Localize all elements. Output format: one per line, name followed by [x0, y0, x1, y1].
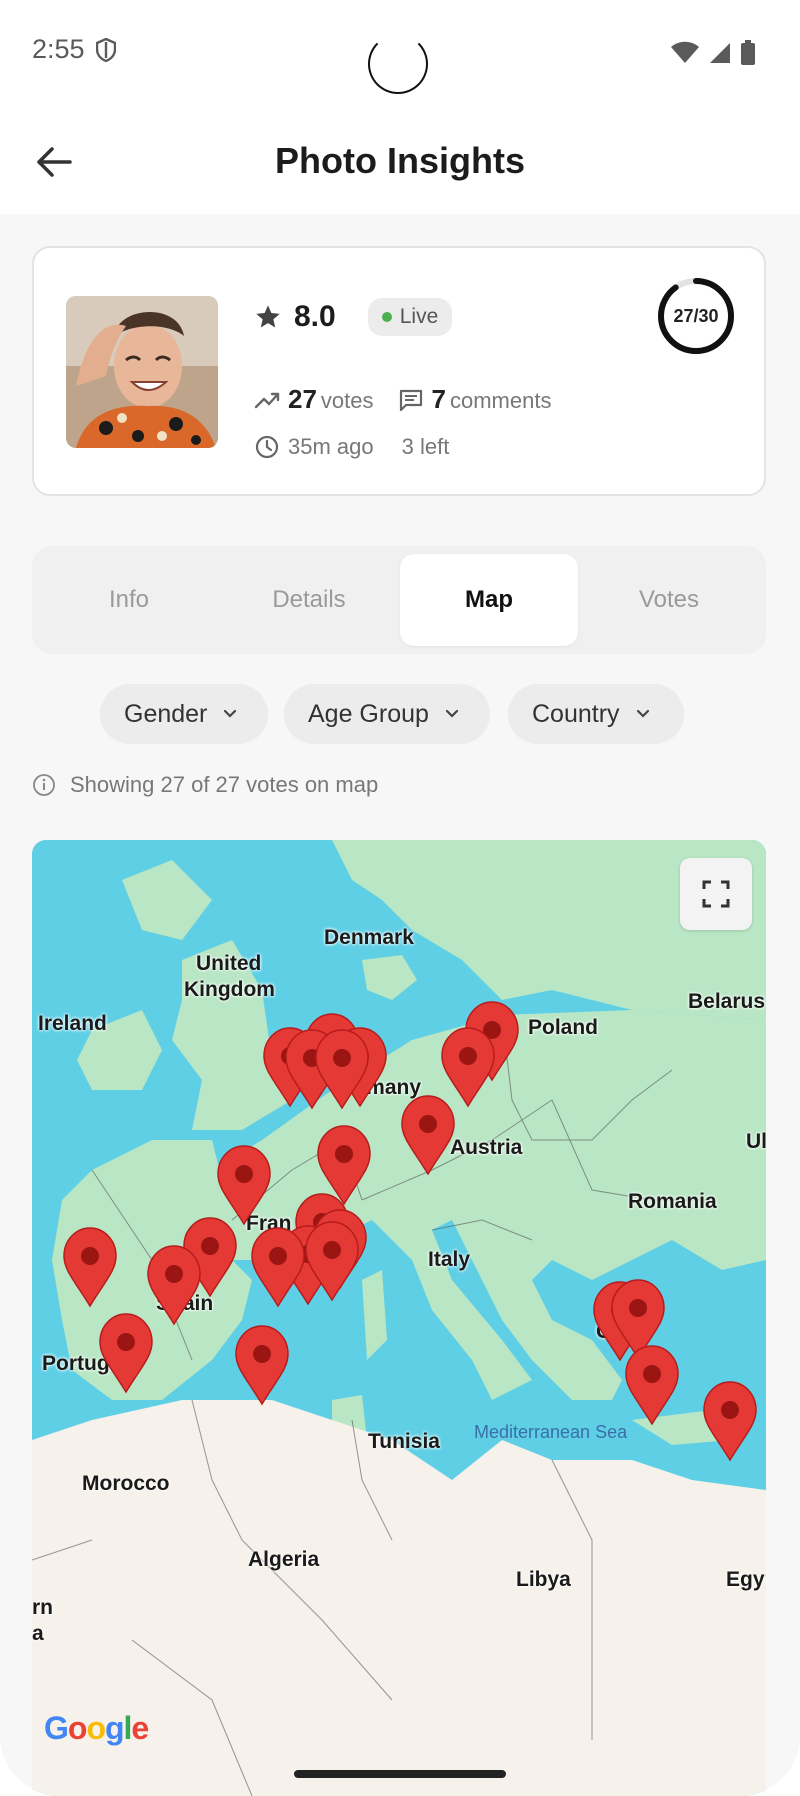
info-icon — [33, 774, 55, 796]
app-bar: Photo Insights — [0, 110, 800, 214]
filter-row: Gender Age Group Country — [0, 684, 800, 746]
vote-pin[interactable] — [625, 1345, 679, 1425]
vote-pin[interactable] — [217, 1145, 271, 1225]
country-filter-chip[interactable]: Country — [508, 684, 684, 744]
vote-pin[interactable] — [235, 1325, 289, 1405]
page-title: Photo Insights — [275, 140, 525, 181]
age-group-filter-chip[interactable]: Age Group — [284, 684, 490, 744]
clock-icon — [255, 435, 279, 459]
status-time: 2:55 — [32, 34, 85, 64]
home-indicator[interactable] — [294, 1770, 506, 1778]
chevron-down-icon — [224, 709, 237, 718]
map-info-row: Showing 27 of 27 votes on map — [32, 772, 378, 798]
live-label: Live — [399, 305, 439, 328]
fullscreen-button[interactable] — [680, 858, 752, 930]
comments-count: 7 — [431, 384, 446, 414]
stats-row: 27 votes 7 comments — [254, 384, 551, 415]
wifi-icon — [671, 41, 699, 63]
vote-pin[interactable] — [401, 1095, 455, 1175]
chevron-down-icon — [636, 709, 649, 718]
gender-filter-chip[interactable]: Gender — [100, 684, 268, 744]
photo-summary-card: 8.0 Live 27 votes 7 comments 35m ago 3 l… — [32, 246, 766, 496]
votes-left: 3 left — [401, 434, 450, 459]
live-dot — [381, 312, 392, 322]
fullscreen-icon — [702, 880, 730, 908]
camera-cutout — [368, 34, 428, 94]
votes-label: votes — [320, 388, 374, 413]
vote-pin[interactable] — [251, 1227, 305, 1307]
country-filter-label: Country — [532, 699, 620, 728]
age-group-filter-label: Age Group — [308, 699, 429, 728]
time-row: 35m ago 3 left — [254, 434, 449, 460]
votes-progress-ring: 27/30 — [656, 276, 736, 356]
vote-pin[interactable] — [63, 1227, 117, 1307]
photo-thumbnail[interactable] — [66, 296, 218, 448]
google-logo: Google — [44, 1710, 149, 1746]
tab-map[interactable]: Map — [400, 554, 578, 646]
map-info-text: Showing 27 of 27 votes on map — [70, 772, 379, 797]
status-icons — [670, 40, 756, 66]
vote-pin[interactable] — [703, 1381, 757, 1461]
chevron-down-icon — [445, 709, 459, 718]
vote-pin[interactable] — [317, 1125, 371, 1205]
shield-icon — [96, 38, 116, 62]
vote-pin[interactable] — [147, 1245, 201, 1325]
time-ago: 35m ago — [288, 434, 374, 459]
comments-label: comments — [449, 388, 552, 413]
vote-pin[interactable] — [441, 1027, 495, 1107]
tab-details[interactable]: Details — [220, 554, 398, 646]
battery-icon — [741, 40, 755, 65]
status-bar: 2:55 — [0, 0, 800, 110]
progress-text: 27/30 — [673, 306, 719, 326]
vote-pin[interactable] — [99, 1313, 153, 1393]
live-status-badge: Live — [367, 298, 453, 336]
segmented-tabs: Info Details Map Votes — [32, 546, 766, 654]
comment-icon — [399, 389, 422, 411]
signal-icon — [710, 43, 730, 63]
trending-up-icon — [254, 392, 280, 408]
gender-filter-label: Gender — [124, 699, 208, 728]
rating-row: 8.0 Live — [254, 298, 453, 336]
votes-count: 27 — [288, 384, 317, 414]
votes-map[interactable]: Denmark United Kingdom Belarus Ireland P… — [32, 840, 766, 1796]
phone-screen: 2:55 Photo Insights 8.0 Live 27 votes 7 … — [0, 0, 800, 1796]
tab-info[interactable]: Info — [40, 554, 218, 646]
tab-votes[interactable]: Votes — [580, 554, 758, 646]
rating-value: 8.0 — [294, 300, 336, 333]
star-icon — [256, 305, 280, 328]
